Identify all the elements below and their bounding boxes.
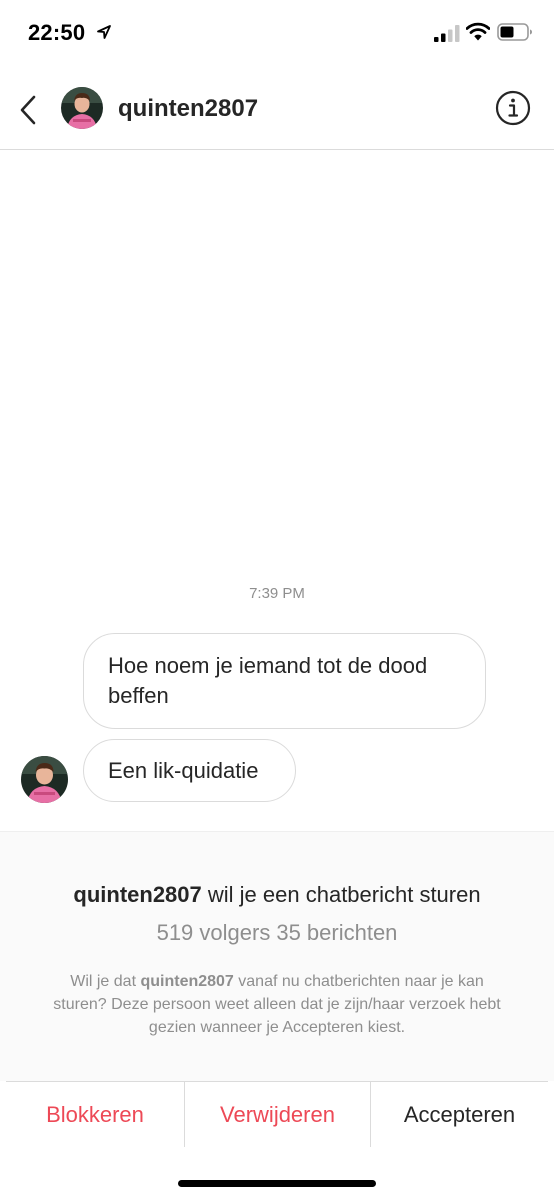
message-bubble[interactable]: Een lik-quidatie bbox=[83, 739, 296, 802]
info-icon bbox=[495, 90, 531, 126]
header-username[interactable]: quinten2807 bbox=[118, 95, 258, 123]
message-bubble[interactable]: Hoe noem je iemand tot de dood beffen bbox=[83, 633, 486, 729]
post-count: 35 berichten bbox=[276, 920, 398, 945]
request-stats: 519 volgers 35 berichten bbox=[0, 920, 554, 946]
message-text: Een lik-quidatie bbox=[108, 758, 259, 783]
request-title-text: wil je een chatbericht sturen bbox=[207, 882, 481, 907]
request-username: quinten2807 bbox=[73, 882, 202, 907]
follower-count: 519 volgers bbox=[156, 920, 271, 945]
avatar-image bbox=[21, 756, 68, 803]
avatar-image bbox=[61, 87, 103, 129]
sender-avatar[interactable] bbox=[21, 756, 68, 803]
block-button[interactable]: Blokkeren bbox=[6, 1082, 184, 1147]
chevron-left-icon bbox=[20, 95, 36, 125]
conversation-header: quinten2807 bbox=[0, 70, 554, 150]
request-action-bar: Blokkeren Verwijderen Accepteren bbox=[6, 1081, 548, 1147]
delete-button[interactable]: Verwijderen bbox=[184, 1082, 370, 1147]
home-indicator[interactable] bbox=[178, 1180, 376, 1187]
request-desc-prefix: Wil je dat bbox=[70, 973, 137, 990]
message-request-panel: quinten2807 wil je een chatbericht sture… bbox=[0, 831, 554, 1081]
location-arrow-icon bbox=[97, 25, 111, 39]
battery-icon bbox=[497, 23, 532, 41]
status-time: 22:50 bbox=[28, 20, 86, 45]
request-title: quinten2807 wil je een chatbericht sture… bbox=[0, 882, 554, 908]
avatar[interactable] bbox=[61, 87, 103, 129]
wifi-icon bbox=[466, 22, 490, 41]
accept-button[interactable]: Accepteren bbox=[370, 1082, 548, 1147]
status-bar: 22:50 bbox=[0, 0, 554, 70]
request-desc-username: quinten2807 bbox=[140, 973, 234, 990]
cellular-signal-icon bbox=[434, 25, 460, 42]
request-description: Wil je dat quinten2807 vanaf nu chatberi… bbox=[46, 970, 508, 1039]
back-button[interactable] bbox=[10, 90, 46, 130]
message-text: Hoe noem je iemand tot de dood beffen bbox=[108, 653, 428, 708]
message-timestamp: 7:39 PM bbox=[249, 585, 305, 602]
info-button[interactable] bbox=[495, 90, 531, 126]
